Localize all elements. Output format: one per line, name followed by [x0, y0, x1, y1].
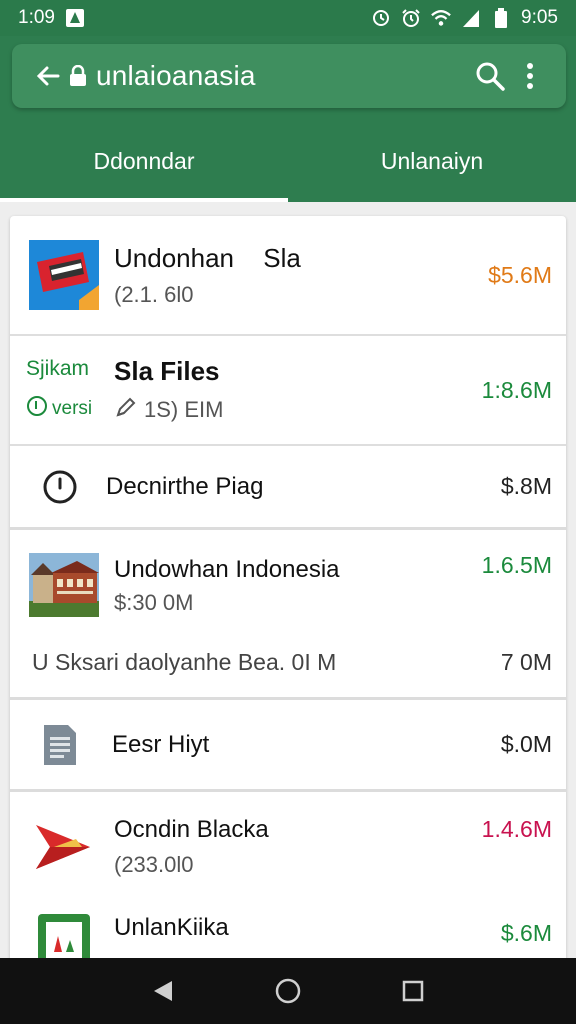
- url-bar[interactable]: unlaioanasia: [12, 44, 566, 108]
- tab-label: Unlanaiyn: [380, 147, 484, 174]
- version-icon: [26, 395, 48, 423]
- item-title-suffix: Sla: [263, 242, 301, 273]
- status-bar: 1:09 9:05: [0, 0, 576, 36]
- item-size: $5.6M: [488, 261, 552, 288]
- list-item[interactable]: Ocndin Blacka (233.0l0 1.4.6M: [10, 792, 566, 902]
- item-title: U Sksari daolyanhe Bea. 0I M: [32, 649, 337, 675]
- wifi-icon: [431, 8, 451, 28]
- home-circle-icon[interactable]: [268, 971, 308, 1011]
- battery-icon: [491, 8, 511, 28]
- item-subtitle: (2.1. 6l0: [114, 281, 194, 307]
- item-subtitle: 1S) EIM: [144, 396, 224, 422]
- back-triangle-icon[interactable]: [143, 971, 183, 1011]
- item-size: 7 0M: [500, 649, 552, 675]
- notification-a-icon: [65, 8, 85, 28]
- status-time-right: 9:05: [521, 7, 558, 28]
- item-title: Sla Files: [114, 355, 220, 386]
- list-item[interactable]: Eesr Hiyt $.0M: [10, 700, 566, 792]
- recents-square-icon[interactable]: [393, 971, 433, 1011]
- list-item[interactable]: Decnirthe Piag $.8M: [10, 446, 566, 530]
- sync-icon: [371, 8, 391, 28]
- pencil-icon: [114, 395, 138, 425]
- app-bar: unlaioanasia: [0, 36, 576, 120]
- item-title: UnlanKiika: [114, 914, 229, 941]
- green-app-icon: [28, 912, 100, 958]
- item-subtitle: $:30 0M: [114, 590, 194, 615]
- navigation-bar: [0, 958, 576, 1024]
- item-title: Decnirthe Piag: [106, 472, 264, 500]
- item-subtitle: (233.0l0: [114, 852, 194, 877]
- item-size: 1:8.6M: [481, 376, 552, 403]
- tab-downloads[interactable]: Ddonndar: [0, 120, 288, 202]
- item-title: Undonhan: [114, 242, 234, 273]
- item-size: 1.4.6M: [481, 816, 552, 842]
- app-label-bottom: versi: [52, 398, 93, 419]
- status-time-left: 1:09: [18, 7, 55, 28]
- item-title: Eesr Hiyt: [112, 730, 210, 758]
- item-size: 1.6.5M: [481, 552, 552, 578]
- list-item[interactable]: Undonhan Sla (2.1. 6l0 $5.6M: [10, 216, 566, 336]
- back-arrow-icon[interactable]: [28, 56, 68, 96]
- clock-icon: [28, 455, 92, 519]
- list-item[interactable]: U Sksari daolyanhe Bea. 0I M 7 0M: [10, 628, 566, 700]
- item-title: Undowhan Indonesia: [114, 556, 340, 583]
- item-title: Ocndin Blacka: [114, 816, 269, 843]
- item-size: $.0M: [500, 731, 552, 757]
- item-size: $.6M: [500, 920, 552, 946]
- house-photo-icon: [28, 552, 100, 618]
- item-size: $.8M: [500, 473, 552, 499]
- app-label: Sjikam versi: [26, 357, 100, 423]
- red-arrow-icon: [28, 811, 100, 883]
- lock-icon: [68, 65, 88, 86]
- list-item[interactable]: UnlanKiika $.6M: [10, 902, 566, 958]
- list-item[interactable]: Sjikam versi Sla Files 1S) EIM 1:8.6M: [10, 336, 566, 446]
- download-list: Undonhan Sla (2.1. 6l0 $5.6M Sjikam vers…: [10, 216, 566, 958]
- tab-bar: Ddonndar Unlanaiyn: [0, 120, 576, 202]
- search-icon[interactable]: [470, 56, 510, 96]
- signal-icon: [461, 8, 481, 28]
- app-label-top: Sjikam: [26, 357, 90, 380]
- url-text[interactable]: unlaioanasia: [96, 60, 470, 92]
- alarm-icon: [401, 8, 421, 28]
- list-item[interactable]: Undowhan Indonesia $:30 0M 1.6.5M: [10, 530, 566, 628]
- more-vert-icon[interactable]: [510, 56, 550, 96]
- document-icon: [28, 709, 92, 781]
- content-area: Undonhan Sla (2.1. 6l0 $5.6M Sjikam vers…: [0, 202, 576, 958]
- tab-label: Ddonndar: [93, 147, 195, 174]
- tab-uploads[interactable]: Unlanaiyn: [288, 120, 576, 202]
- red-folder-icon: [28, 239, 100, 311]
